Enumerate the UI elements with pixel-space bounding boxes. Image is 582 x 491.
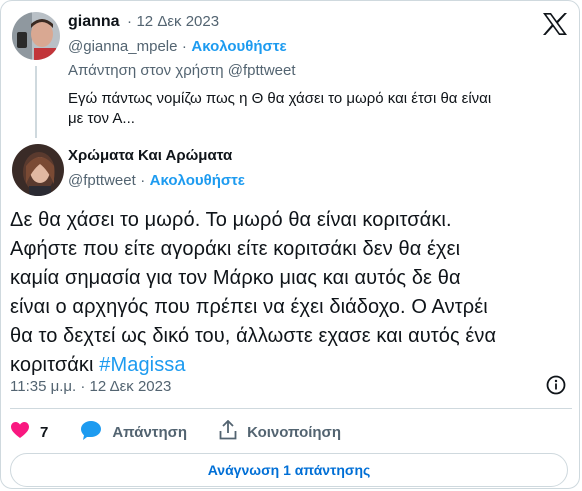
thread-connector-line <box>35 66 37 138</box>
separator-dot: · <box>127 13 133 30</box>
x-logo-icon[interactable] <box>542 12 568 41</box>
main-handle[interactable]: @fpttweet <box>68 172 136 189</box>
separator-dot: · <box>140 172 146 189</box>
reply-handle[interactable]: @gianna_mpele <box>68 38 177 55</box>
tweet-timestamp[interactable]: 11:35 μ.μ. · 12 Δεκ 2023 <box>10 378 171 395</box>
info-icon[interactable] <box>546 375 566 400</box>
divider <box>10 408 572 409</box>
hashtag-link[interactable]: #Magissa <box>99 354 185 376</box>
reply-tweet-text: Εγώ πάντως νομίζω πως η Θ θα χάσει το μω… <box>68 90 492 127</box>
share-button[interactable]: Κοινοποίηση <box>219 419 341 445</box>
separator-dot: · <box>181 38 187 55</box>
reply-follow-link[interactable]: Ακολουθήστε <box>191 38 286 55</box>
reply-bubble-icon <box>80 420 102 445</box>
avatar-gianna[interactable] <box>12 12 60 60</box>
main-tweet-text: Δε θα χάσει το μωρό. Το μωρό θα είναι κο… <box>10 209 497 376</box>
avatar-fpttweet[interactable] <box>12 144 64 196</box>
like-button[interactable]: 7 <box>10 421 48 444</box>
share-icon <box>219 419 237 445</box>
main-follow-link[interactable]: Ακολουθήστε <box>150 172 245 189</box>
reply-context: Απάντηση στον χρήστη @fpttweet <box>68 62 296 79</box>
reply-date[interactable]: 12 Δεκ 2023 <box>136 13 219 30</box>
read-replies-button[interactable]: Ανάγνωση 1 απάντησης <box>10 453 568 487</box>
share-label: Κοινοποίηση <box>247 424 341 441</box>
heart-icon <box>10 421 30 444</box>
main-author-name[interactable]: Χρώματα Και Αρώματα <box>68 147 232 164</box>
like-count: 7 <box>40 424 49 441</box>
reply-author-name[interactable]: gianna <box>68 13 120 30</box>
action-bar: 7 Απάντηση Κοινοποίηση <box>10 419 373 445</box>
reply-button[interactable]: Απάντηση <box>80 420 187 445</box>
reply-label: Απάντηση <box>112 424 188 441</box>
